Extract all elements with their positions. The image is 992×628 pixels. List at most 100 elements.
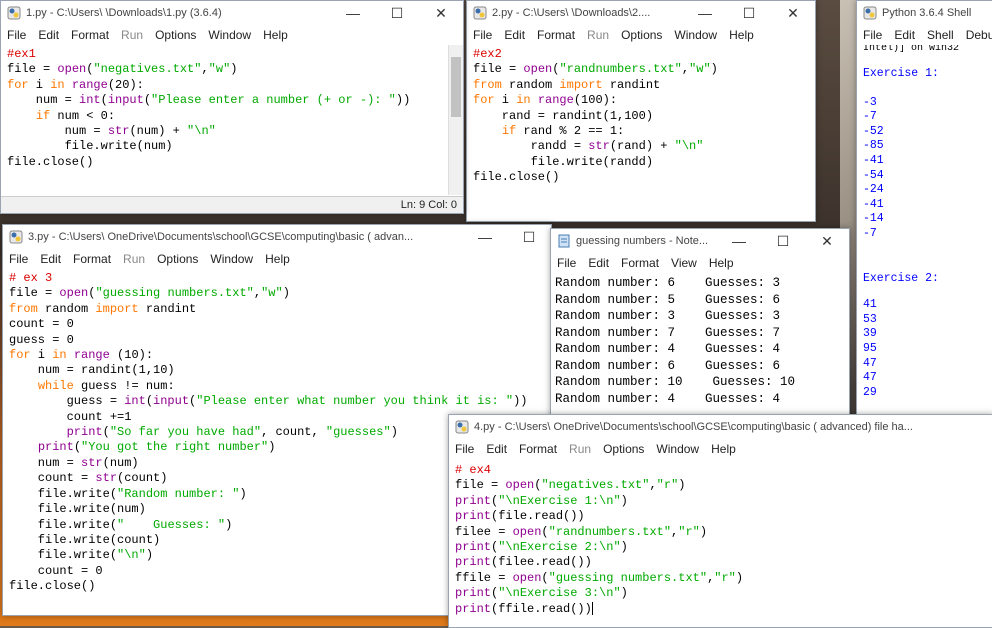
menu-item-options[interactable]: Options xyxy=(615,28,668,42)
code-editor[interactable]: #ex1 file = open("negatives.txt","w") for … xyxy=(1,45,463,172)
notepad-line: Random number: 4 Guesses: 4 xyxy=(555,391,781,406)
menu-item-file[interactable]: File xyxy=(449,442,480,456)
menu-item-view[interactable]: View xyxy=(665,256,703,270)
menu-item-run[interactable]: Run xyxy=(115,28,149,42)
menu-item-debu[interactable]: Debu xyxy=(960,28,992,42)
menu-item-window[interactable]: Window xyxy=(202,28,257,42)
maximize-icon[interactable]: ☐ xyxy=(727,2,771,24)
menu-item-run[interactable]: Run xyxy=(581,28,615,42)
shell-output-line: 47 xyxy=(863,356,877,370)
window-title: guessing numbers - Note... xyxy=(576,235,709,247)
code-line: file = open("negatives.txt","r") xyxy=(455,478,686,493)
editor-window-4py: 4.py - C:\Users\ OneDrive\Documents\scho… xyxy=(448,414,992,628)
python-idle-icon xyxy=(455,420,469,434)
shell-exercise2-values: 41 53 39 95 47 47 29 xyxy=(857,298,992,400)
menu-item-edit[interactable]: Edit xyxy=(888,28,921,42)
menu-item-edit[interactable]: Edit xyxy=(498,28,531,42)
menu-item-shell[interactable]: Shell xyxy=(921,28,960,42)
menu-item-format[interactable]: Format xyxy=(65,28,115,42)
code-line: for i in range(20): xyxy=(7,77,144,92)
menu-item-file[interactable]: File xyxy=(1,28,32,42)
menu-item-options[interactable]: Options xyxy=(597,442,650,456)
code-line: from random import randint xyxy=(473,77,661,92)
menu-item-edit[interactable]: Edit xyxy=(34,252,67,266)
shell-output-line: -41 xyxy=(863,153,884,167)
window-title: 1.py - C:\Users\ \Downloads\1.py (3.6.4) xyxy=(26,7,222,19)
menu-item-help[interactable]: Help xyxy=(705,442,742,456)
code-line: file.write(randd) xyxy=(473,154,654,169)
close-icon[interactable]: ✕ xyxy=(419,2,463,24)
menu-bar: File Edit Format Run Options Window Help xyxy=(1,25,463,45)
shell-output-line: 95 xyxy=(863,341,877,355)
code-line: num = int(input("Please enter a number (… xyxy=(7,93,411,108)
menu-item-run[interactable]: Run xyxy=(563,442,597,456)
maximize-icon[interactable]: ☐ xyxy=(375,2,419,24)
code-line: num = str(num) + "\n" xyxy=(7,124,216,139)
code-line: print("\nExercise 2:\n") xyxy=(455,540,628,555)
menu-item-help[interactable]: Help xyxy=(259,252,296,266)
menu-item-edit[interactable]: Edit xyxy=(32,28,65,42)
notepad-icon xyxy=(558,234,570,248)
code-line: ffile = open("guessing numbers.txt","r") xyxy=(455,570,744,585)
vertical-scrollbar[interactable] xyxy=(448,45,463,195)
minimize-icon[interactable]: — xyxy=(331,2,375,24)
menu-item-edit[interactable]: Edit xyxy=(480,442,513,456)
text-cursor xyxy=(591,601,593,615)
maximize-icon[interactable]: ☐ xyxy=(507,226,551,248)
title-bar: 1.py - C:\Users\ \Downloads\1.py (3.6.4)… xyxy=(1,1,463,25)
title-bar: 3.py - C:\Users\ OneDrive\Documents\scho… xyxy=(3,225,551,249)
window-title: Python 3.6.4 Shell xyxy=(882,7,972,19)
menu-bar: File Edit Format Run Options Window Help xyxy=(449,439,992,459)
shell-exercise2-heading: Exercise 2: xyxy=(863,271,939,285)
menu-item-window[interactable]: Window xyxy=(650,442,705,456)
python-idle-icon xyxy=(473,6,487,20)
menu-item-file[interactable]: File xyxy=(857,28,888,42)
code-editor[interactable]: # ex4 file = open("negatives.txt","r") pri… xyxy=(449,459,992,619)
menu-item-file[interactable]: File xyxy=(467,28,498,42)
menu-item-file[interactable]: File xyxy=(3,252,34,266)
notepad-line: Random number: 3 Guesses: 3 xyxy=(555,309,781,323)
minimize-icon[interactable]: — xyxy=(717,230,761,252)
menu-item-options[interactable]: Options xyxy=(151,252,204,266)
code-line: file.close() xyxy=(473,170,560,185)
code-line: # ex4 xyxy=(455,463,492,477)
menu-item-options[interactable]: Options xyxy=(149,28,202,42)
menu-item-format[interactable]: Format xyxy=(513,442,563,456)
notepad-text-area[interactable]: Random number: 6 Guesses: 3 Random number… xyxy=(551,273,849,407)
shell-output-line: -24 xyxy=(863,183,884,197)
title-bar: 4.py - C:\Users\ OneDrive\Documents\scho… xyxy=(449,415,992,439)
menu-item-help[interactable]: Help xyxy=(703,256,740,270)
minimize-icon[interactable]: — xyxy=(463,226,507,248)
menu-item-run[interactable]: Run xyxy=(117,252,151,266)
code-editor[interactable]: #ex2 file = open("randnumbers.txt","w") fr… xyxy=(467,45,815,188)
code-line: if rand % 2 == 1: xyxy=(501,124,625,139)
code-line: rand = randint(1,100) xyxy=(473,108,654,123)
window-title: 4.py - C:\Users\ OneDrive\Documents\scho… xyxy=(474,421,913,433)
menu-item-window[interactable]: Window xyxy=(204,252,259,266)
close-icon[interactable]: ✕ xyxy=(771,2,815,24)
code-line: file.write(num) xyxy=(7,139,173,154)
code-line: file = open("guessing numbers.txt","w") xyxy=(9,286,290,301)
minimize-icon[interactable]: — xyxy=(683,2,727,24)
menu-item-help[interactable]: Help xyxy=(257,28,294,42)
menu-item-format[interactable]: Format xyxy=(67,252,117,266)
shell-output-line: -7 xyxy=(863,226,877,240)
code-line: print(file.read()) xyxy=(455,509,585,524)
notepad-line: Random number: 10 Guesses: 10 xyxy=(555,375,796,389)
window-title: 3.py - C:\Users\ OneDrive\Documents\scho… xyxy=(28,231,414,243)
maximize-icon[interactable]: ☐ xyxy=(761,230,805,252)
code-line: print("\nExercise 1:\n") xyxy=(455,493,628,508)
editor-window-1py: 1.py - C:\Users\ \Downloads\1.py (3.6.4)… xyxy=(0,0,464,214)
shell-output-line: -7 xyxy=(863,110,877,124)
notepad-line: Random number: 6 Guesses: 6 xyxy=(555,358,781,373)
menu-item-file[interactable]: File xyxy=(551,256,582,270)
menu-item-edit[interactable]: Edit xyxy=(582,256,615,270)
code-line: filee = open("randnumbers.txt","r") xyxy=(455,524,708,539)
close-icon[interactable]: ✕ xyxy=(805,230,849,252)
menu-item-format[interactable]: Format xyxy=(615,256,665,270)
notepad-line: Random number: 6 Guesses: 3 xyxy=(555,276,781,290)
menu-item-format[interactable]: Format xyxy=(531,28,581,42)
menu-item-window[interactable]: Window xyxy=(668,28,723,42)
menu-item-help[interactable]: Help xyxy=(723,28,760,42)
code-line: file = open("randnumbers.txt","w") xyxy=(473,62,718,77)
